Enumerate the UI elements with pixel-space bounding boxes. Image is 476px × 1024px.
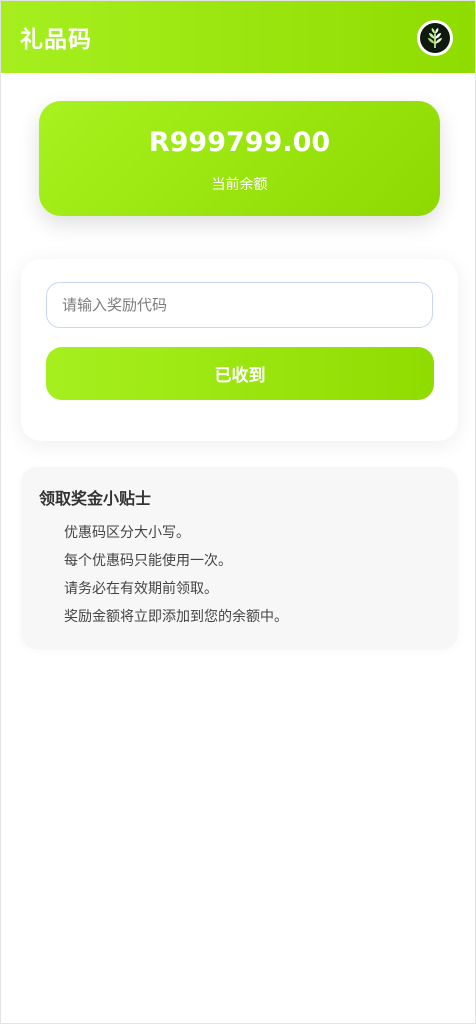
tips-card: 领取奖金小贴士 优惠码区分大小写。 每个优惠码只能使用一次。 请务必在有效期前领… — [21, 467, 458, 649]
balance-label: 当前余额 — [211, 177, 268, 193]
page-title: 礼品码 — [20, 27, 92, 53]
wheat-icon — [428, 28, 442, 48]
wheat-logo-icon[interactable] — [417, 20, 453, 56]
redeem-form-card: 已收到 — [21, 259, 458, 441]
redeem-submit-button[interactable]: 已收到 — [46, 347, 434, 400]
tips-list: 优惠码区分大小写。 每个优惠码只能使用一次。 请务必在有效期前领取。 奖励金额将… — [64, 519, 288, 631]
app-screen: 礼品码 R999799.00 当前余额 已收到 领取奖金小贴士 — [0, 0, 476, 1024]
tips-title: 领取奖金小贴士 — [39, 489, 152, 508]
balance-card: R999799.00 当前余额 — [39, 101, 440, 216]
tip-item: 请务必在有效期前领取。 — [64, 581, 218, 597]
top-header-bar: 礼品码 — [1, 1, 475, 73]
tip-item: 优惠码区分大小写。 — [64, 525, 190, 541]
logo-badge — [420, 23, 450, 53]
tip-item: 奖励金额将立即添加到您的余额中。 — [64, 609, 288, 625]
balance-amount: R999799.00 — [148, 127, 331, 158]
reward-code-input[interactable] — [46, 282, 433, 328]
tip-item: 每个优惠码只能使用一次。 — [64, 553, 232, 569]
